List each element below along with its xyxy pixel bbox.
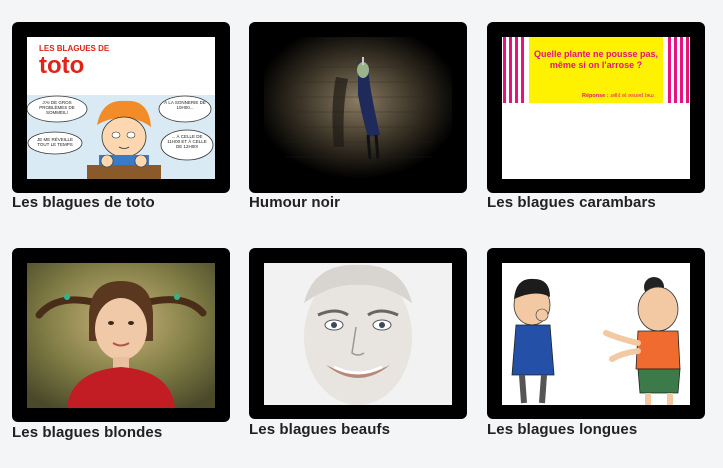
carambars-image[interactable]: Quelle plante ne pousse pas, même si on … — [502, 37, 690, 179]
beaufs-image[interactable] — [264, 263, 452, 405]
card-title[interactable]: Les blagues beaufs — [249, 421, 390, 438]
card-title[interactable]: Les blagues de toto — [12, 194, 155, 211]
carambar-answer-label: Réponse : — [582, 93, 609, 99]
carambar-riddle: Quelle plante ne pousse pas, même si on … — [533, 49, 659, 70]
card-title[interactable]: Les blagues carambars — [487, 194, 656, 211]
blondes-image[interactable] — [27, 263, 215, 408]
toto-bubble-1: J'AI DE GROS PROBLÈMES DE SOMMEIL! — [39, 100, 75, 115]
card-frame[interactable] — [249, 248, 467, 419]
toto-bubble-4: ... À CELLE DE 11H00 ET À CELLE DE 12H00… — [167, 134, 207, 149]
toto-image[interactable]: LES BLAGUES DE toto J'AI DE GROS PROBLÈM… — [27, 37, 215, 179]
card-blondes[interactable]: Les blagues blondes — [12, 248, 232, 441]
toto-bubble-3: À LA SONNERIE DE 10H00... — [164, 100, 206, 110]
card-carambars[interactable]: Quelle plante ne pousse pas, même si on … — [487, 22, 707, 211]
card-humour-noir[interactable]: Humour noir — [249, 22, 469, 211]
card-toto[interactable]: LES BLAGUES DE toto J'AI DE GROS PROBLÈM… — [12, 22, 232, 211]
card-longues[interactable]: Les blagues longues — [487, 248, 707, 438]
carambar-answer-text: ɹǝllıʇ ǝʇ ǝsuǝd ʇǝɯ — [610, 93, 654, 99]
card-title[interactable]: Humour noir — [249, 194, 340, 211]
card-frame[interactable]: Quelle plante ne pousse pas, même si on … — [487, 22, 705, 193]
card-frame[interactable] — [487, 248, 705, 419]
longues-image[interactable] — [502, 263, 690, 405]
card-frame[interactable] — [249, 22, 467, 193]
toto-bubble-2: JE ME RÉVEILLE TOUT LE TEMPS — [36, 137, 73, 147]
toto-logo-line2: toto — [39, 52, 84, 79]
card-frame[interactable] — [12, 248, 230, 422]
humour-noir-image[interactable] — [264, 37, 452, 179]
card-beaufs[interactable]: Les blagues beaufs — [249, 248, 469, 438]
card-title[interactable]: Les blagues blondes — [12, 424, 162, 441]
card-frame[interactable]: LES BLAGUES DE toto J'AI DE GROS PROBLÈM… — [12, 22, 230, 193]
card-title[interactable]: Les blagues longues — [487, 421, 637, 438]
